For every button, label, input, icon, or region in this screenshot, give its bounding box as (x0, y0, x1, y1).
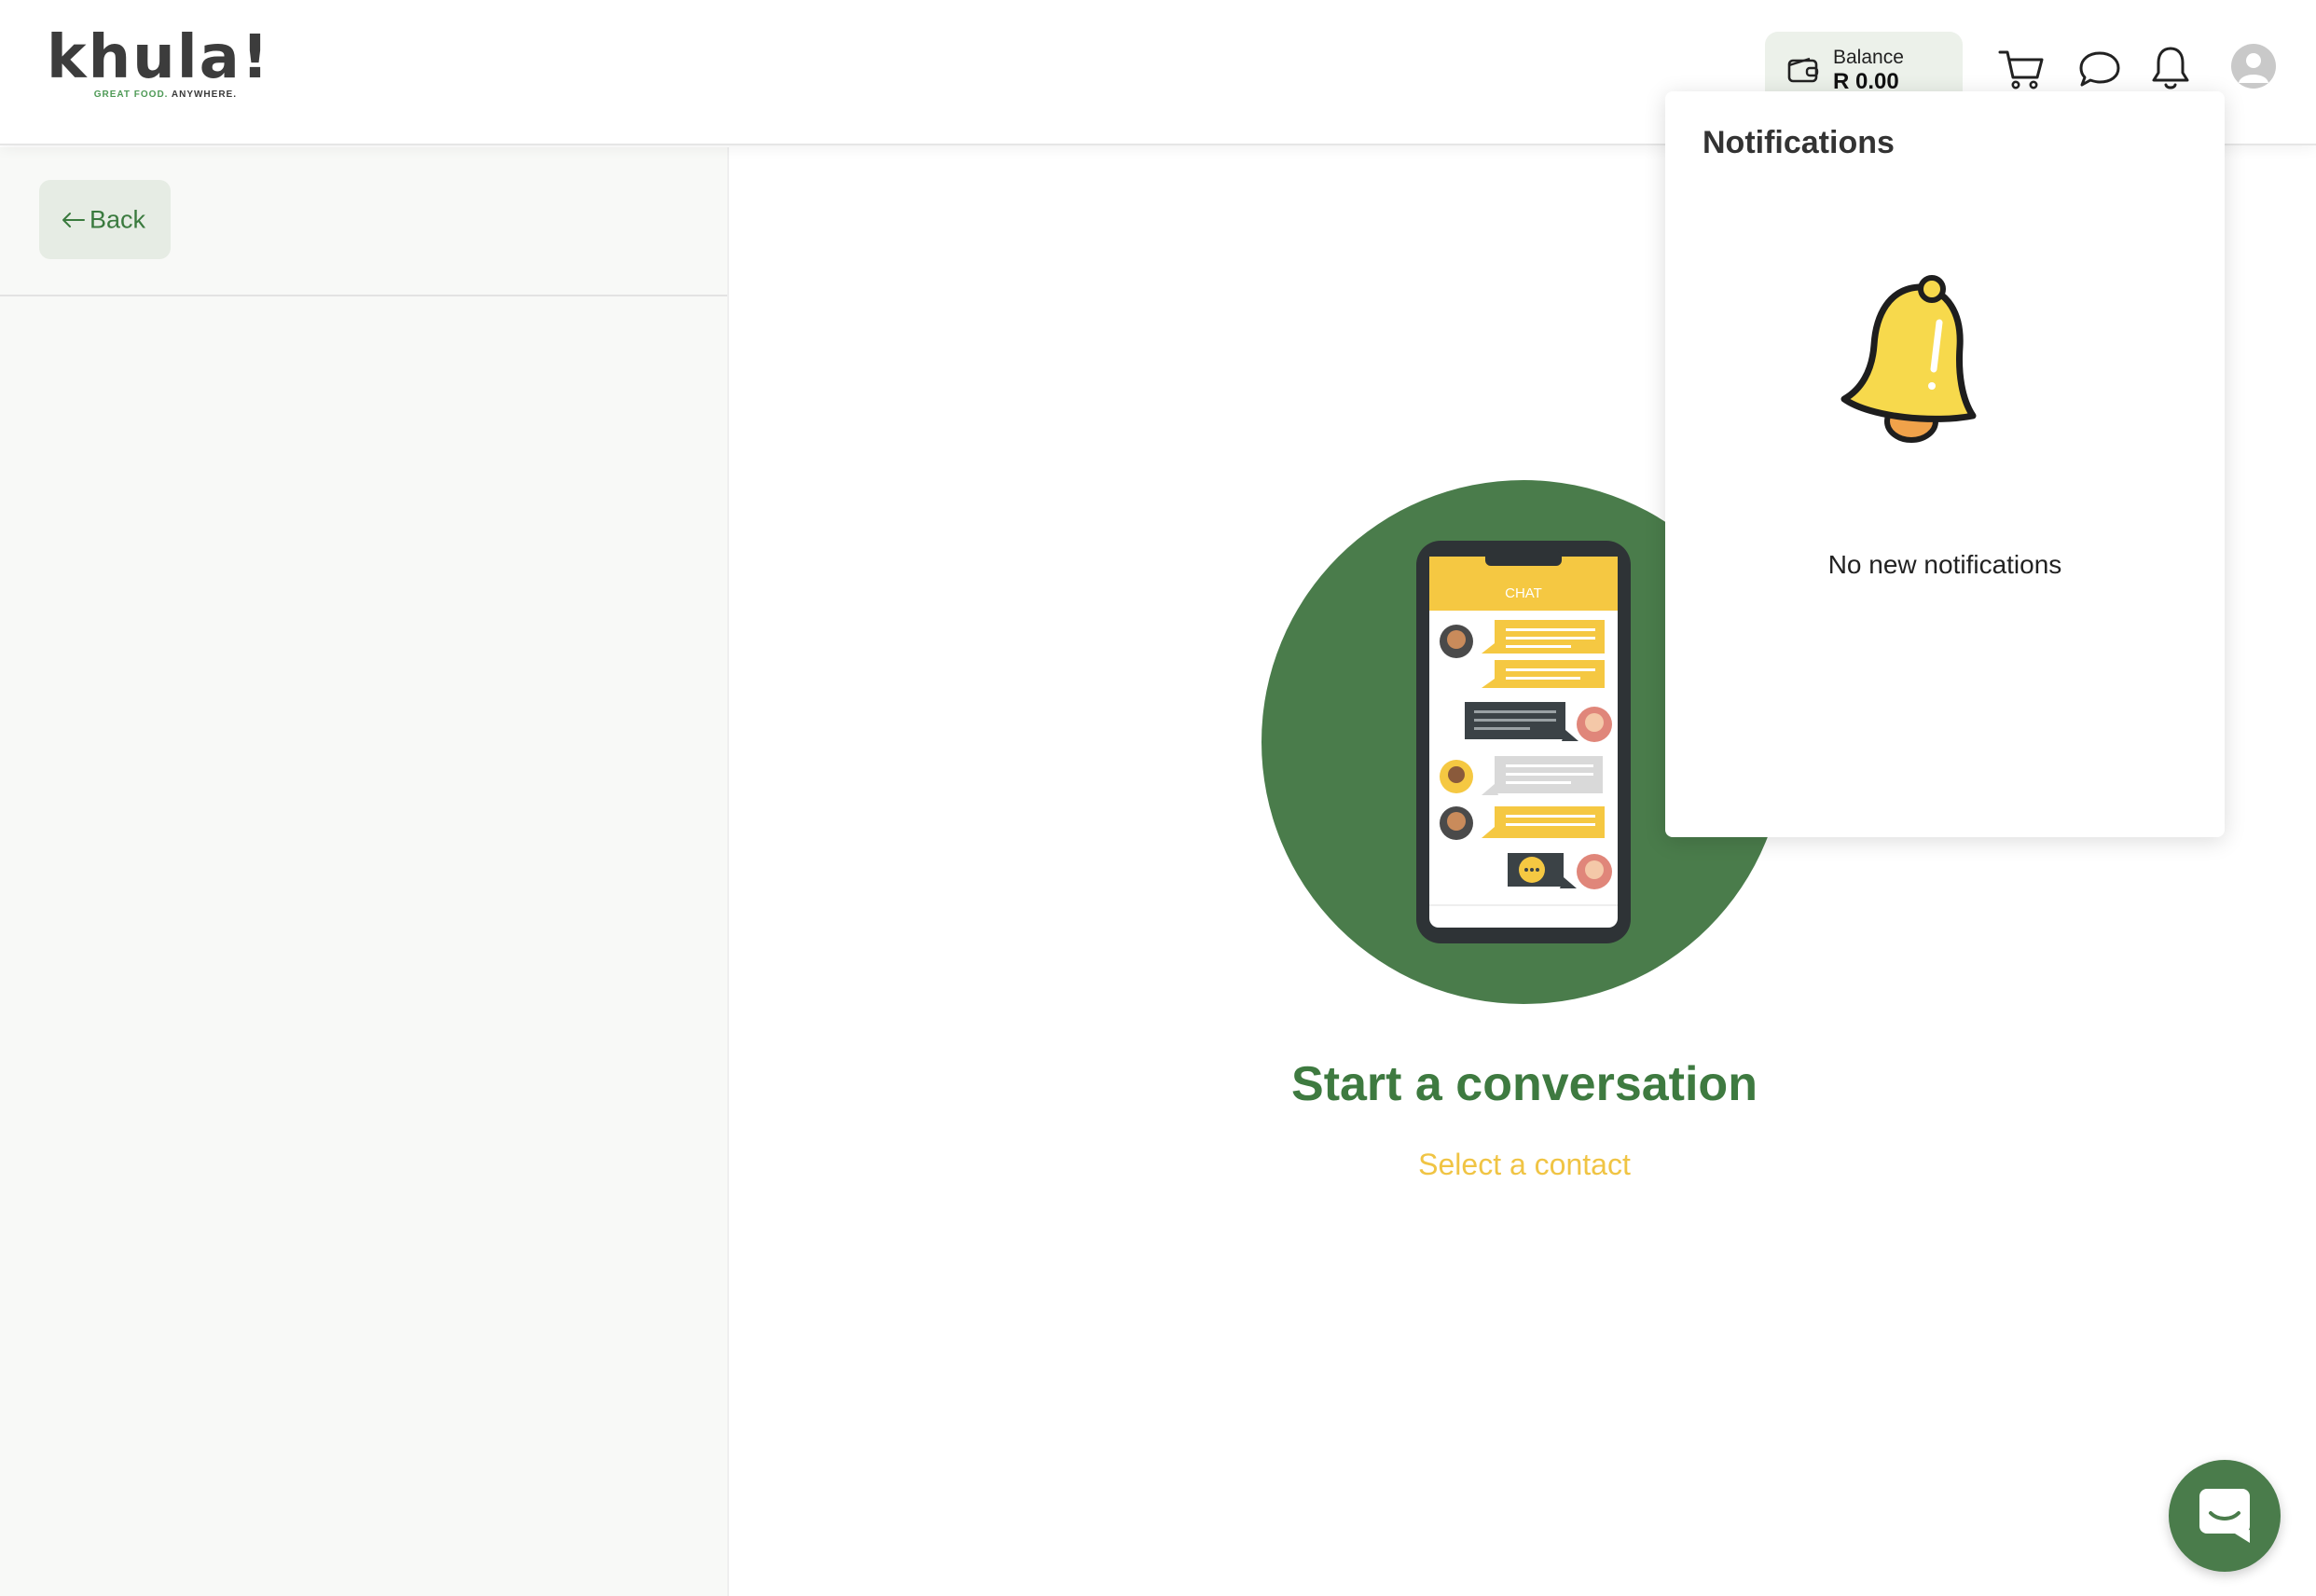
svg-text:CHAT: CHAT (1505, 585, 1542, 601)
back-button-label: Back (90, 205, 146, 234)
logo-wordmark: khula! (47, 23, 270, 92)
sidebar-toolbar: Back (0, 147, 727, 296)
bell-icon[interactable] (2146, 43, 2195, 93)
wallet-icon (1787, 57, 1819, 83)
empty-state-subtitle: Select a contact (1418, 1148, 1631, 1181)
notifications-title: Notifications (1703, 125, 1895, 160)
notifications-dropdown: Notifications No new notifications (1665, 91, 2225, 837)
avatar[interactable] (2231, 44, 2276, 89)
support-chat-button[interactable] (2169, 1460, 2281, 1572)
back-button[interactable]: Back (39, 180, 171, 259)
balance-label: Balance (1833, 47, 1904, 68)
support-chat-icon (2199, 1489, 2250, 1543)
arrow-left-icon (62, 213, 85, 228)
empty-state-title: Start a conversation (1291, 1057, 1758, 1111)
cart-icon[interactable] (1997, 47, 2046, 91)
chat-icon[interactable] (2075, 47, 2124, 91)
logo-tagline: GREAT FOOD. ANYWHERE. (93, 89, 237, 100)
notifications-empty-text: No new notifications (1827, 550, 2062, 579)
avatar-user-icon (2239, 53, 2268, 83)
khula-logo[interactable]: khula! GREAT FOOD. ANYWHERE. (47, 23, 270, 103)
bell-illustration-icon (1840, 275, 1977, 443)
contacts-sidebar: Back (0, 147, 729, 1596)
